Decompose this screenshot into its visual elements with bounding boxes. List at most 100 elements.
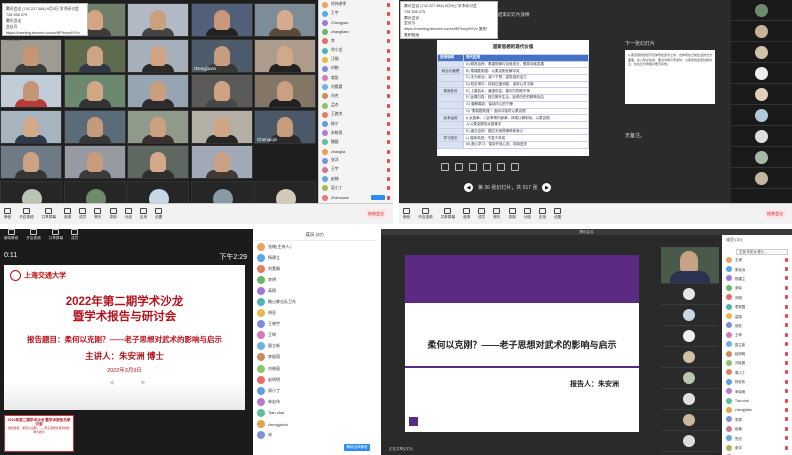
member-row[interactable]: 王坤	[253, 330, 376, 341]
video-tile[interactable]	[731, 63, 792, 84]
mic-muted-icon[interactable]	[387, 57, 390, 62]
member-row[interactable]: 杨建立	[722, 274, 792, 283]
participant-row[interactable]: 尊凯	[319, 74, 393, 83]
next-page-icon[interactable]: ▶	[141, 379, 146, 386]
toolbar-button[interactable]: 静音	[403, 208, 410, 220]
participant-row[interactable]: 魏磊	[319, 138, 393, 147]
toolbar-button[interactable]: 静音	[4, 208, 11, 220]
mic-muted-icon[interactable]	[785, 407, 788, 412]
mic-muted-icon[interactable]	[785, 304, 788, 309]
subtitle-icon[interactable]	[497, 163, 505, 171]
member-row[interactable]: 赵明明	[722, 349, 792, 358]
video-tile[interactable]	[661, 304, 719, 325]
participant-row[interactable]: 徐小龙	[319, 46, 393, 55]
toolbar-button[interactable]: 邀请	[64, 208, 71, 220]
toolbar-button[interactable]: 分组	[125, 208, 132, 220]
end-meeting-button[interactable]: 结束会议	[764, 209, 786, 219]
mic-muted-icon[interactable]	[785, 295, 788, 300]
unmute-all-button[interactable]: 解除全体静音	[344, 444, 370, 451]
toolbar-button[interactable]: 共享屏幕	[49, 229, 63, 249]
participant-row[interactable]: 夏小丁	[319, 184, 393, 193]
participant-row[interactable]: 汪福	[319, 55, 393, 64]
participant-row[interactable]: 杨宁	[319, 119, 393, 128]
toolbar-button[interactable]: 应用	[140, 208, 147, 220]
member-row[interactable]: 高翔	[253, 285, 376, 296]
participant-row[interactable]: 刘晨晨	[319, 83, 393, 92]
mic-muted-icon[interactable]	[387, 158, 390, 163]
next-slide-button[interactable]: ▶	[542, 183, 552, 192]
mic-muted-icon[interactable]	[785, 314, 788, 319]
member-row[interactable]: 林宏伟	[722, 377, 792, 386]
mic-muted-icon[interactable]	[785, 445, 788, 450]
toolbar-button[interactable]: 设置	[554, 208, 561, 220]
video-tile[interactable]	[127, 145, 189, 179]
member-row[interactable]: 鲁凯	[722, 433, 792, 442]
member-row[interactable]: 周小丁	[722, 368, 792, 377]
mic-muted-icon[interactable]	[387, 131, 390, 136]
member-row[interactable]: 赵明明	[253, 374, 376, 385]
member-row[interactable]: 王坤	[722, 330, 792, 339]
toolbar-button[interactable]: 成员	[478, 208, 485, 220]
member-row[interactable]: 周小丁	[253, 385, 376, 396]
member-row[interactable]: 宋	[253, 430, 376, 441]
video-tile[interactable]	[63, 74, 126, 108]
grid-icon[interactable]	[455, 163, 463, 171]
video-tile[interactable]	[0, 74, 62, 108]
participant-row[interactable]: 宋晓雨	[319, 129, 393, 138]
prev-page-icon[interactable]: ◀	[109, 379, 114, 386]
participant-row[interactable]: Chengpan	[319, 18, 393, 27]
video-tile[interactable]: Chenqiqin	[254, 109, 316, 144]
toolbar-button[interactable]: 应用	[539, 208, 546, 220]
mic-muted-icon[interactable]	[785, 285, 788, 290]
member-row[interactable]: 李源	[722, 415, 792, 424]
member-row[interactable]: 高翔	[722, 311, 792, 320]
video-tile[interactable]	[731, 84, 792, 105]
member-row[interactable]: Tian chai	[253, 407, 376, 418]
member-row[interactable]: 刘晓丽	[253, 363, 376, 374]
participant-row[interactable]: 李	[319, 37, 393, 46]
toolbar-button[interactable]: 设置	[155, 208, 162, 220]
video-tile[interactable]	[661, 409, 719, 430]
video-tile[interactable]	[254, 74, 316, 108]
video-tile[interactable]	[254, 38, 316, 73]
participant-row[interactable]: 刘晓	[319, 64, 393, 73]
mic-muted-icon[interactable]	[785, 267, 788, 272]
participant-row[interactable]: 王宇	[319, 9, 393, 18]
video-tile[interactable]	[63, 38, 126, 73]
video-tile[interactable]	[661, 388, 719, 409]
member-row[interactable]: 林宏伟	[253, 396, 376, 407]
member-row[interactable]: 鞍山拳击队卫东	[253, 296, 376, 307]
member-row[interactable]: 王渊	[722, 255, 792, 264]
video-tile[interactable]	[0, 109, 62, 144]
video-tile[interactable]	[661, 451, 719, 455]
toolbar-button[interactable]: 邀请	[463, 208, 470, 220]
mic-muted-icon[interactable]	[785, 342, 788, 347]
mic-muted-icon[interactable]	[387, 186, 390, 191]
member-row[interactable]: zhengjiaxin	[253, 419, 376, 430]
video-tile[interactable]	[127, 109, 189, 144]
member-row[interactable]: 胡亚	[722, 321, 792, 330]
mic-muted-icon[interactable]	[785, 417, 788, 422]
more-icon[interactable]	[511, 163, 519, 171]
mic-muted-icon[interactable]	[785, 351, 788, 356]
member-row[interactable]: 张晓	[722, 283, 792, 292]
member-row[interactable]: 宋晓雨	[722, 386, 792, 395]
member-row[interactable]: 张晓 (主持人)	[253, 241, 376, 252]
video-tile[interactable]	[731, 0, 792, 21]
member-row[interactable]: 李明	[253, 274, 376, 285]
participant-row[interactable]: zhanglia	[319, 147, 393, 156]
mic-muted-icon[interactable]	[785, 257, 788, 262]
prev-slide-button[interactable]: ◀	[464, 183, 473, 192]
mic-muted-icon[interactable]	[387, 66, 390, 71]
mic-muted-icon[interactable]	[785, 276, 788, 281]
mic-muted-icon[interactable]	[387, 122, 390, 127]
mic-muted-icon[interactable]	[785, 332, 788, 337]
member-row[interactable]: 张洋	[722, 443, 792, 452]
participant-row[interactable]: 王宇	[319, 165, 393, 174]
mute-all-button[interactable]	[371, 195, 385, 200]
video-tile[interactable]	[0, 38, 62, 73]
toolbar-button[interactable]: 成员	[71, 229, 78, 249]
member-row[interactable]: 赵楠	[722, 424, 792, 433]
member-row[interactable]: 杨建立	[253, 252, 376, 263]
video-tile[interactable]	[731, 168, 792, 189]
